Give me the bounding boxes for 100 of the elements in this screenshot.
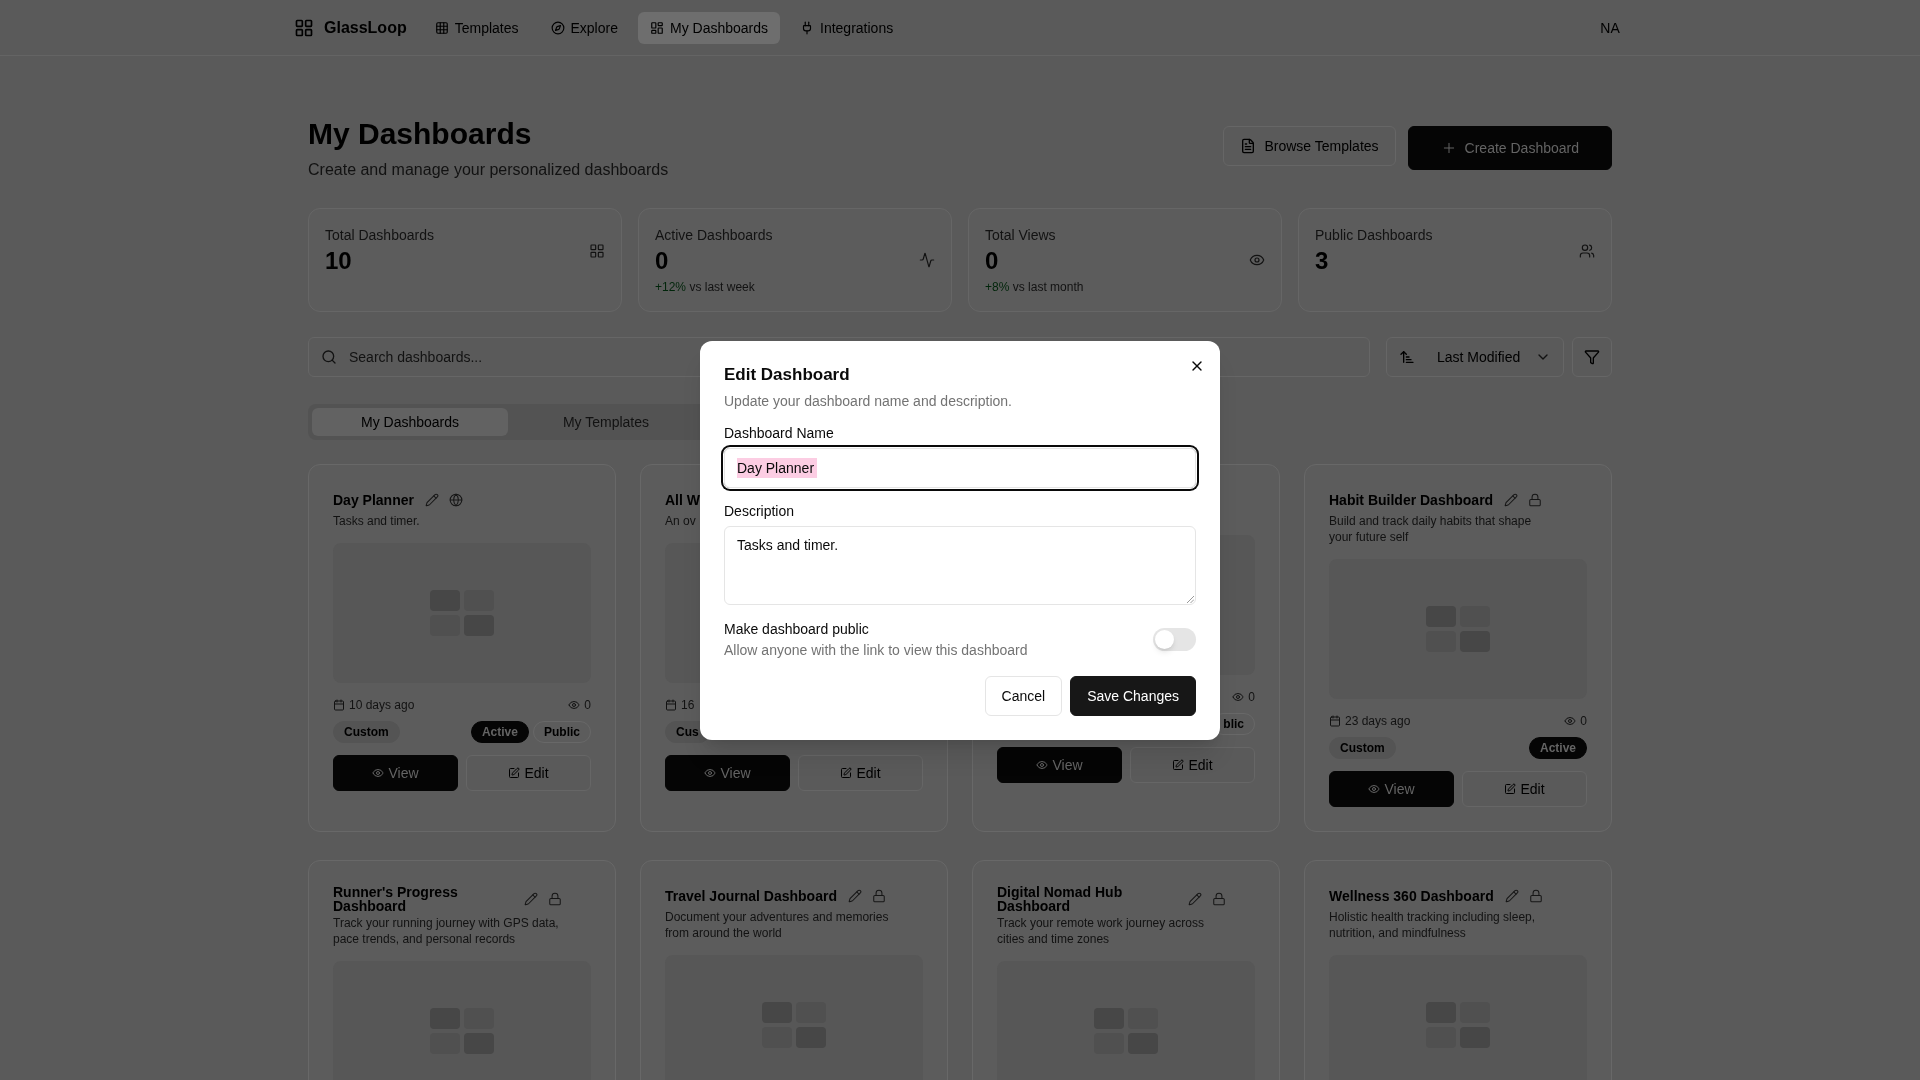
compass-icon	[550, 20, 565, 35]
description-textarea[interactable]: Tasks and timer.	[724, 525, 1196, 605]
edit-icon	[508, 767, 521, 779]
save-button[interactable]: Save Changes	[1070, 675, 1196, 716]
calendar-icon	[1329, 715, 1341, 727]
name-input[interactable]: Day Planner	[724, 447, 1196, 488]
eye-icon	[1036, 759, 1049, 771]
page-subtitle: Create and manage your personalized dashboards	[308, 160, 669, 180]
nav-link[interactable]: Explore	[538, 11, 630, 44]
table-grid-icon	[434, 20, 449, 35]
lock-icon[interactable]	[871, 889, 886, 903]
stat-value: 0	[985, 246, 1000, 276]
toggle-hint: Allow anyone with the link to view this dashboard	[724, 640, 1028, 660]
eye-icon	[568, 699, 581, 711]
updated-date: 16	[681, 697, 695, 713]
activity-icon	[919, 252, 935, 268]
status-badge: Custom	[1329, 737, 1396, 759]
tab[interactable]: My Dashboards	[312, 408, 508, 436]
toggle-label: Make dashboard public	[724, 619, 870, 639]
view-button[interactable]: View	[1329, 771, 1454, 807]
card-description: Document your adventures and memories from around the world	[665, 909, 890, 941]
lock-icon[interactable]	[1528, 889, 1543, 903]
view-count: 0	[1248, 689, 1255, 705]
field-label: Dashboard Name	[724, 423, 835, 443]
browse-button[interactable]: Browse Templates	[1223, 126, 1396, 166]
dashboard-layout-icon	[649, 20, 664, 35]
edit-icon	[1172, 759, 1185, 771]
cancel-button[interactable]: Cancel	[984, 675, 1063, 716]
pencil-icon[interactable]	[1504, 493, 1519, 507]
card-title: Habit Builder Dashboard	[1329, 493, 1494, 507]
dialog-description: Update your dashboard name and description.	[724, 391, 1013, 411]
edit-icon	[1504, 783, 1517, 795]
stat-change: +12% vs last week	[655, 279, 756, 295]
edit-icon	[840, 767, 853, 779]
nav-link[interactable]: Integrations	[788, 11, 906, 44]
document-icon	[1240, 138, 1257, 154]
grid-icon	[589, 243, 605, 259]
eye-icon	[1368, 783, 1381, 795]
status-badge: Public	[533, 721, 591, 743]
stat-label: Total Dashboards	[325, 226, 434, 245]
public-toggle[interactable]	[1153, 627, 1196, 651]
view-count: 0	[1580, 713, 1587, 729]
card-description: Track your remote work journey across cities and time zones	[997, 915, 1205, 947]
field-label: Description	[724, 501, 796, 521]
edit-button[interactable]: Edit	[466, 755, 591, 791]
status-badge: Active	[1528, 737, 1587, 759]
pencil-icon[interactable]	[1188, 892, 1202, 906]
status-badge: Custom	[333, 721, 400, 743]
filter-button[interactable]	[1572, 337, 1612, 377]
card-description: An ov	[665, 513, 697, 529]
view-button[interactable]: View	[665, 755, 790, 791]
card-title: Digital Nomad Hub Dashboard	[997, 885, 1124, 913]
resize-grip-icon[interactable]	[1186, 594, 1194, 603]
grid-logo-icon[interactable]	[294, 17, 314, 38]
edit-button[interactable]: Edit	[1130, 747, 1255, 783]
card-description: Holistic health tracking including sleep, nutrition, and mindfulness	[1329, 909, 1537, 941]
calendar-icon	[665, 699, 677, 711]
users-icon	[1579, 243, 1595, 259]
pencil-icon[interactable]	[847, 889, 862, 903]
card-title: All W	[665, 493, 700, 507]
view-count: 0	[584, 697, 591, 713]
user-initials[interactable]: NA	[1600, 17, 1620, 38]
nav-link[interactable]: Templates	[422, 11, 531, 44]
lock-icon[interactable]	[548, 892, 562, 906]
pencil-icon[interactable]	[424, 493, 439, 507]
edit-button[interactable]: Edit	[798, 755, 923, 791]
view-button[interactable]: View	[333, 755, 458, 791]
eye-icon	[1232, 691, 1245, 703]
create-button[interactable]: Create Dashboard	[1407, 126, 1612, 170]
page-title: My Dashboards	[308, 116, 533, 152]
filter-icon	[1584, 349, 1600, 365]
globe-icon[interactable]	[448, 493, 463, 507]
updated-date: 23 days ago	[1345, 713, 1411, 729]
brand-name[interactable]: GlassLoop	[324, 15, 407, 40]
pencil-icon[interactable]	[524, 892, 538, 906]
eye-icon	[704, 767, 717, 779]
stat-change: +8% vs last month	[985, 279, 1084, 295]
card-description: Tasks and timer.	[333, 513, 421, 529]
card-description: Build and track daily habits that shape your future self	[1329, 513, 1533, 545]
search-icon	[321, 349, 337, 365]
tab[interactable]: My Templates	[508, 408, 704, 436]
lock-icon[interactable]	[1528, 493, 1543, 507]
stat-value: 0	[655, 246, 670, 276]
lock-icon[interactable]	[1212, 892, 1226, 906]
edit-button[interactable]: Edit	[1462, 771, 1587, 807]
card-title: Runner's Progress Dashboard	[333, 885, 459, 913]
updated-date: 10 days ago	[349, 697, 415, 713]
sort-dropdown[interactable]: Last Modified	[1386, 337, 1564, 377]
nav-link[interactable]: My Dashboards	[637, 11, 780, 44]
stat-label: Active Dashboards	[655, 226, 773, 245]
sort-icon	[1399, 349, 1415, 365]
plug-icon	[800, 20, 814, 35]
pencil-icon[interactable]	[1504, 889, 1519, 903]
stat-label: Public Dashboards	[1315, 226, 1433, 245]
view-button[interactable]: View	[997, 747, 1122, 783]
status-badge: Active	[470, 721, 529, 743]
card-title: Travel Journal Dashboard	[665, 889, 837, 903]
card-description: Track your running journey with GPS data, pace trends, and personal records	[333, 915, 560, 947]
eye-icon	[372, 767, 385, 779]
eye-icon	[1249, 252, 1265, 268]
